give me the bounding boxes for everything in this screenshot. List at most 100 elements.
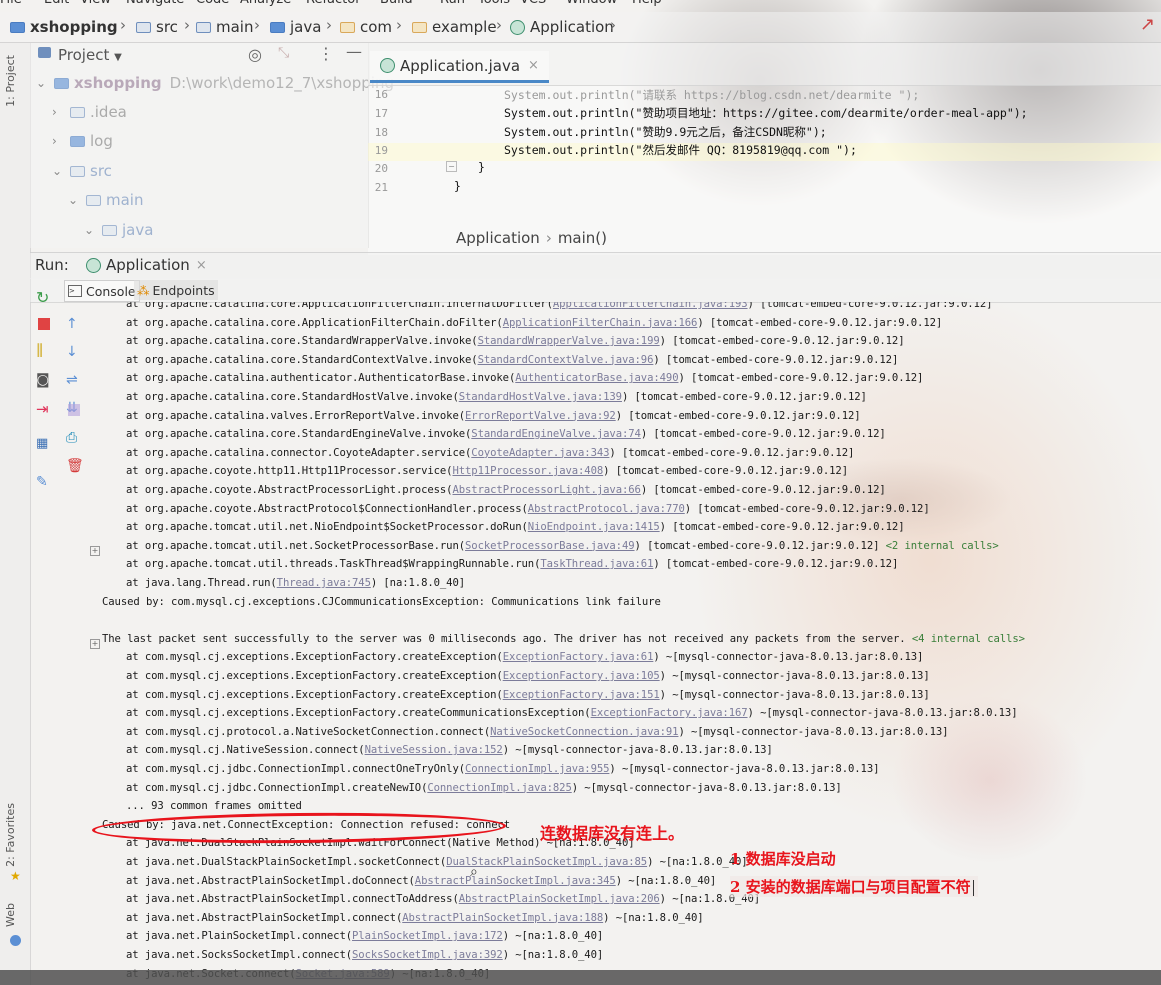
tree-item-java[interactable]: ⌄ java (84, 218, 153, 242)
layout-icon[interactable]: ▦ (36, 436, 52, 452)
menu-refactor[interactable]: Refactor (306, 0, 361, 7)
code-line-19[interactable]: System.out.println("然后发邮件 QQ：8195819@qq.… (504, 142, 857, 158)
source-link[interactable]: ConnectionImpl.java:955 (465, 763, 610, 775)
arrow-down-icon[interactable]: ↓ (66, 344, 82, 360)
internal-calls-toggle[interactable]: <2 internal calls> (886, 540, 999, 552)
exit-icon[interactable]: ⇥ (36, 400, 52, 418)
breadcrumb-example[interactable]: example (412, 17, 497, 37)
source-link[interactable]: StandardContextValve.java:96 (478, 354, 654, 366)
pause-icon[interactable]: ∥ (36, 342, 52, 358)
source-link[interactable]: TaskThread.java:61 (540, 558, 653, 570)
source-link[interactable]: StandardEngineValve.java:74 (471, 428, 641, 440)
code-breadcrumb-class[interactable]: Application (456, 229, 540, 247)
locate-icon[interactable]: ◎ (248, 45, 262, 64)
source-link[interactable]: NioEndpoint.java:1415 (528, 521, 660, 533)
menu-run[interactable]: Run (440, 0, 465, 7)
menu-build[interactable]: Build (380, 0, 413, 7)
menu-navigate[interactable]: Navigate (126, 0, 184, 7)
project-tool-tab[interactable]: 1: Project (4, 55, 17, 107)
hide-panel-icon[interactable]: — (346, 42, 362, 61)
breadcrumb-main[interactable]: main (196, 17, 253, 37)
tab-endpoints[interactable]: ⁂ Endpoints (134, 280, 218, 300)
internal-calls-toggle[interactable]: <4 internal calls> (912, 633, 1025, 645)
source-link[interactable]: Http11Processor.java:408 (452, 465, 603, 477)
console-text: at org.apache.catalina.core.ApplicationF… (126, 302, 553, 310)
menu-vcs[interactable]: VCS (520, 0, 546, 7)
hammer-icon[interactable]: ↗ (1140, 14, 1155, 35)
source-link[interactable]: AbstractPlainSocketImpl.java:345 (415, 875, 616, 887)
breadcrumb-java[interactable]: java (270, 17, 321, 37)
code-line-18[interactable]: System.out.println("赞助9.9元之后，备注CSDN昵称"); (504, 124, 827, 140)
code-line-16[interactable]: System.out.println("请联系 https://blog.csd… (504, 87, 919, 103)
breadcrumb-application[interactable]: Application (510, 17, 614, 37)
close-tab-icon[interactable]: × (196, 258, 207, 273)
expand-frames-icon[interactable]: + (90, 545, 100, 556)
source-link[interactable]: ExceptionFactory.java:61 (503, 651, 654, 663)
source-link[interactable]: CoyoteAdapter.java:343 (471, 447, 609, 459)
breadcrumb-com[interactable]: com (340, 17, 392, 37)
console-text: at org.apache.catalina.core.StandardEngi… (126, 428, 472, 441)
options-icon[interactable]: ⋮ (318, 44, 334, 63)
collapse-all-icon[interactable]: ⤡ (278, 45, 289, 61)
code-line-17[interactable]: System.out.println("赞助项目地址：https://gitee… (504, 105, 1028, 121)
tab-console[interactable]: > Console (64, 280, 140, 302)
project-view-selector[interactable]: Project ▼ (58, 46, 122, 64)
rerun-icon[interactable]: ↻ (36, 288, 52, 307)
tree-root-xshopping[interactable]: ⌄ xshopping D:\work\demo12_7\xshopping (36, 71, 394, 95)
menu-analyze[interactable]: Analyze (240, 0, 291, 7)
breadcrumb-project[interactable]: xshopping (10, 17, 118, 37)
source-link[interactable]: NativeSession.java:152 (365, 744, 503, 756)
code-line-20[interactable]: } (478, 160, 485, 174)
stop-icon[interactable] (38, 318, 50, 330)
source-link[interactable]: ApplicationFilterChain.java:193 (553, 302, 748, 310)
source-link[interactable]: NativeSocketConnection.java:91 (490, 726, 678, 738)
run-config-tab[interactable]: Application × (86, 256, 207, 274)
menu-edit[interactable]: Edit (44, 0, 69, 7)
soft-wrap-icon[interactable]: ⇌ (66, 372, 82, 388)
source-link[interactable]: PlainSocketImpl.java:172 (352, 930, 503, 942)
trash-icon[interactable]: 🗑 (66, 458, 84, 474)
source-link[interactable]: ConnectionImpl.java:825 (427, 782, 572, 794)
source-link[interactable]: ErrorReportValve.java:92 (465, 410, 616, 422)
menu-tools[interactable]: Tools (478, 0, 510, 7)
menu-help[interactable]: Help (632, 0, 662, 7)
code-line-21[interactable]: } (454, 179, 461, 193)
source-link[interactable]: SocketProcessorBase.java:49 (465, 540, 635, 552)
camera-icon[interactable]: ◙ (36, 372, 52, 388)
fold-icon[interactable]: − (446, 161, 457, 172)
console-text: at org.apache.coyote.http11.Http11Proces… (126, 465, 453, 478)
source-link[interactable]: ExceptionFactory.java:167 (591, 707, 748, 719)
source-link[interactable]: AbstractPlainSocketImpl.java:188 (402, 912, 603, 924)
source-link[interactable]: AbstractProtocol.java:770 (528, 503, 685, 515)
menu-window[interactable]: Window (566, 0, 617, 7)
web-tool-tab[interactable]: Web (4, 903, 17, 927)
expand-frames-icon[interactable]: + (90, 638, 100, 649)
print-icon[interactable]: ⎙ (66, 430, 82, 446)
tree-item-src[interactable]: ⌄ src (52, 159, 112, 183)
menu-view[interactable]: View (80, 0, 111, 7)
source-link[interactable]: ExceptionFactory.java:105 (503, 670, 660, 682)
source-link[interactable]: SocksSocketImpl.java:392 (352, 949, 503, 961)
menu-code[interactable]: Code (196, 0, 229, 7)
favorites-tool-tab[interactable]: 2: Favorites (4, 803, 17, 867)
pin-icon[interactable]: ✎ (36, 474, 52, 490)
code-breadcrumb-method[interactable]: main() (558, 229, 607, 247)
menu-file[interactable]: File (0, 0, 22, 7)
close-tab-icon[interactable]: × (528, 58, 539, 73)
source-link[interactable]: AbstractPlainSocketImpl.java:206 (459, 893, 660, 905)
source-link[interactable]: AbstractProcessorLight.java:66 (452, 484, 640, 496)
filter-icon[interactable] (68, 404, 80, 416)
arrow-up-icon[interactable]: ↑ (66, 316, 82, 332)
tree-item-idea[interactable]: › .idea (52, 100, 127, 124)
tree-item-main[interactable]: ⌄ main (68, 188, 143, 212)
source-link[interactable]: AuthenticatorBase.java:490 (515, 372, 678, 384)
source-link[interactable]: StandardWrapperValve.java:199 (478, 335, 660, 347)
source-link[interactable]: StandardHostValve.java:139 (459, 391, 622, 403)
tree-item-log[interactable]: › log (52, 129, 113, 153)
source-link[interactable]: ApplicationFilterChain.java:166 (503, 317, 698, 329)
breadcrumb-src[interactable]: src (136, 17, 178, 37)
source-link[interactable]: Thread.java:745 (277, 577, 371, 589)
source-link[interactable]: ExceptionFactory.java:151 (503, 689, 660, 701)
tab-application-java[interactable]: Application.java × (370, 51, 549, 83)
project-view-icon (38, 47, 51, 58)
